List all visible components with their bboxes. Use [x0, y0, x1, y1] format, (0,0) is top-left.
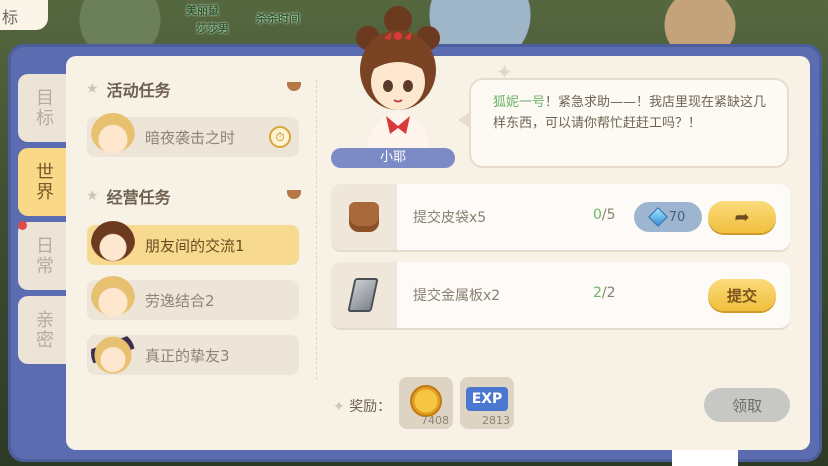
task-item[interactable]: 朋友间的交流1 — [87, 221, 299, 265]
sparkle-icon: ✦ — [333, 399, 345, 415]
section-activity-title: 活动任务 — [106, 81, 171, 100]
task-item[interactable]: 真正的挚友3 — [87, 331, 299, 375]
world-label: 美丽鼠 — [186, 4, 219, 17]
metal-plate-icon — [347, 278, 379, 312]
quest-progress-have: 0 — [593, 207, 602, 223]
tab-daily[interactable]: 日常 — [18, 222, 68, 290]
go-button[interactable]: ➦ — [708, 201, 776, 233]
reward-label: ✦ 奖励： — [333, 396, 391, 416]
reward-item[interactable]: EXP 2813 — [460, 377, 514, 429]
submit-button[interactable]: 提交 — [708, 279, 776, 311]
star-icon: ★ — [86, 81, 99, 97]
reward-amount: 7408 — [421, 414, 449, 427]
quest-thumb — [331, 184, 397, 250]
avatar — [91, 331, 135, 375]
quest-row: 提交金属板x2 2/2 提交 — [331, 262, 790, 328]
task-label: 暗夜袭击之时 — [145, 128, 236, 147]
quest-progress: 0/5 — [593, 207, 616, 223]
dialogue-speaker: 狐妮一号 — [493, 95, 546, 110]
arrow-icon: ➦ — [734, 206, 750, 228]
corner-tab[interactable]: 标 — [0, 0, 48, 30]
section-business-title: 经营任务 — [106, 188, 171, 207]
tab-world-label: 世界 — [33, 162, 54, 202]
reward-amount: 2813 — [482, 414, 510, 427]
quest-thumb — [331, 262, 397, 328]
submit-button-label: 提交 — [726, 286, 757, 305]
task-label: 真正的挚友3 — [145, 346, 230, 365]
task-item[interactable]: 暗夜袭击之时 ⏱ — [87, 113, 299, 157]
divider — [316, 80, 317, 380]
quest-row: 提交皮袋x5 0/5 70 ➦ — [331, 184, 790, 250]
bottom-overlay — [672, 450, 738, 466]
world-label: 杀杀时间 — [256, 12, 300, 25]
tab-daily-label: 日常 — [33, 236, 54, 276]
npc-portrait — [356, 6, 440, 152]
avatar — [91, 221, 135, 265]
claim-button-label: 领取 — [731, 396, 762, 415]
quest-label: 提交皮袋x5 — [413, 210, 487, 226]
tab-goal[interactable]: 目标 — [18, 74, 68, 142]
reward-item[interactable]: 7408 — [399, 377, 453, 429]
tab-world[interactable]: 世界 — [18, 148, 68, 216]
section-activity-header: ★ 活动任务 — [86, 77, 171, 101]
reward-label-text: 奖励： — [349, 399, 392, 415]
quest-progress-total: /5 — [601, 207, 616, 223]
npc-name-plate: 小耶 — [331, 148, 455, 168]
task-label: 劳逸结合2 — [145, 291, 215, 310]
corner-tab-label: 标 — [2, 8, 19, 27]
quest-progress-have: 2 — [593, 285, 602, 301]
gem-cost-value: 70 — [668, 209, 686, 225]
quest-progress: 2/2 — [593, 285, 616, 301]
star-icon: ★ — [86, 188, 99, 204]
coin-icon — [410, 385, 442, 417]
claim-button[interactable]: 领取 — [704, 388, 790, 422]
tab-intimacy[interactable]: 亲密 — [18, 296, 68, 364]
dialogue-bubble: 狐妮一号！紧急求助——！我店里现在紧缺这几样东西，可以请你帮忙赶赶工吗？！ — [469, 78, 789, 168]
leather-bag-icon — [349, 202, 379, 232]
npc-name: 小耶 — [379, 150, 406, 165]
gem-icon — [647, 207, 668, 227]
notification-dot — [18, 221, 27, 230]
task-item[interactable]: 劳逸结合2 — [87, 276, 299, 320]
quest-label: 提交金属板x2 — [413, 288, 501, 304]
task-label: 朋友间的交流1 — [145, 236, 245, 255]
section-business-header: ★ 经营任务 — [86, 184, 171, 208]
tab-intimacy-label: 亲密 — [33, 310, 54, 350]
avatar — [91, 113, 135, 157]
tab-goal-label: 目标 — [33, 88, 54, 128]
exp-icon: EXP — [466, 387, 508, 411]
quest-progress-total: /2 — [601, 285, 616, 301]
gem-cost-button[interactable]: 70 — [634, 202, 702, 232]
clock-icon: ⏱ — [269, 126, 291, 148]
avatar — [91, 276, 135, 320]
world-label: 莎莎男 — [196, 22, 229, 35]
